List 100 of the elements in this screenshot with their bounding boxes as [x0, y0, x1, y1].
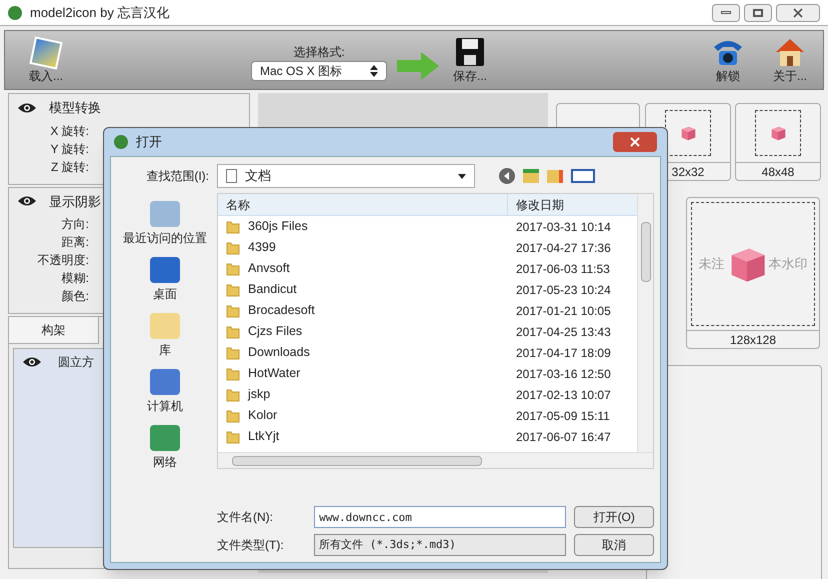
file-name: HotWater — [248, 365, 300, 382]
file-name: 360js Files — [248, 218, 308, 236]
place-icon — [150, 257, 180, 283]
cube-icon — [769, 124, 787, 142]
place-icon — [150, 425, 180, 451]
file-name: Brocadesoft — [248, 302, 315, 320]
filename-field[interactable]: www.downcc.com — [314, 506, 566, 528]
folder-icon — [226, 366, 240, 380]
dropdown-icon — [458, 174, 466, 178]
column-header[interactable]: 修改日期 — [508, 194, 637, 215]
watermark-text: 本水印 — [768, 255, 808, 274]
filetype-select[interactable]: 所有文件 (*.3ds;*.md3) — [314, 534, 566, 556]
file-row[interactable]: 360js Files 2017-03-31 10:14 — [218, 216, 637, 237]
file-name: Downloads — [248, 344, 310, 362]
horizontal-scrollbar[interactable] — [218, 452, 653, 468]
format-label: 选择格式: — [293, 44, 345, 61]
watermark-text: 未注 — [698, 255, 724, 274]
file-row[interactable]: Anvsoft 2017-06-03 11:53 — [218, 258, 637, 279]
eye-icon[interactable] — [17, 195, 37, 208]
window-title: model2icon by 忘言汉化 — [30, 4, 170, 22]
size-label: 128x128 — [687, 330, 819, 348]
file-date: 2017-06-03 11:53 — [515, 260, 611, 278]
app-icon — [8, 6, 22, 20]
folder-icon — [226, 262, 240, 276]
size-label: 48x48 — [736, 162, 820, 180]
field-label: X 旋转: — [49, 122, 89, 140]
field-label: 方向: — [60, 216, 89, 233]
file-row[interactable]: Cjzs Files 2017-04-25 13:43 — [218, 321, 637, 342]
close-icon — [630, 137, 640, 147]
folder-icon — [226, 346, 240, 360]
minimize-button[interactable] — [712, 4, 740, 22]
place-item[interactable]: 计算机 — [147, 369, 183, 415]
file-name: Anvsoft — [248, 260, 290, 278]
file-row[interactable]: Bandicut 2017-05-23 10:24 — [218, 279, 637, 300]
file-row[interactable]: jskp 2017-02-13 10:07 — [218, 384, 637, 405]
app-icon — [114, 135, 128, 149]
file-row[interactable]: LtkYjt 2017-06-07 16:47 — [218, 426, 637, 447]
file-name: Bandicut — [248, 281, 297, 298]
file-name: LtkYjt — [248, 428, 280, 446]
close-button[interactable] — [613, 132, 657, 152]
look-in-label: 查找范围(I): — [145, 168, 209, 185]
back-icon[interactable] — [499, 168, 515, 184]
file-date: 2017-05-23 10:24 — [515, 282, 612, 298]
cancel-button[interactable]: 取消 — [574, 534, 654, 556]
file-row[interactable]: Kolor 2017-05-09 15:11 — [218, 405, 637, 426]
eye-icon[interactable] — [22, 356, 42, 368]
place-item[interactable]: 最近访问的位置 — [123, 201, 207, 247]
file-row[interactable]: HotWater 2017-03-16 12:50 — [218, 363, 637, 384]
file-date: 2017-03-31 10:14 — [515, 218, 612, 236]
new-folder-icon[interactable] — [547, 170, 563, 182]
place-icon — [150, 313, 180, 339]
open-button[interactable]: 打开(O) — [574, 506, 654, 528]
folder-icon — [226, 408, 240, 422]
section-title: 模型转换 — [49, 99, 101, 117]
file-row[interactable]: Downloads 2017-04-17 18:09 — [218, 342, 637, 363]
load-button[interactable]: 载入... — [21, 39, 71, 85]
folder-icon — [226, 388, 240, 402]
vertical-scrollbar[interactable] — [637, 194, 653, 452]
field-label: 模糊: — [60, 270, 89, 287]
eye-icon[interactable] — [17, 102, 37, 114]
field-label: 距离: — [60, 234, 89, 251]
updown-icon — [370, 65, 378, 77]
dialog-title: 打开 — [136, 133, 162, 152]
maximize-button[interactable] — [744, 4, 772, 22]
tree-item[interactable]: 圆立方 — [58, 353, 94, 371]
cube-icon — [679, 124, 697, 142]
document-icon — [226, 169, 237, 183]
file-row[interactable]: Brocadesoft 2017-01-21 10:05 — [218, 300, 637, 321]
place-item[interactable]: 桌面 — [150, 257, 180, 303]
file-date: 2017-04-27 17:36 — [515, 240, 612, 256]
place-item[interactable]: 网络 — [150, 425, 180, 471]
folder-icon — [226, 324, 240, 338]
file-date: 2017-03-16 12:50 — [515, 366, 612, 382]
file-date: 2017-06-07 16:47 — [515, 428, 612, 446]
column-header[interactable]: 名称 — [218, 194, 508, 215]
about-button[interactable]: 关于... — [772, 37, 807, 85]
file-name: Kolor — [248, 407, 278, 424]
save-button[interactable]: 保存... — [453, 37, 488, 85]
look-in-select[interactable]: 文档 — [217, 164, 475, 188]
view-menu-icon[interactable] — [571, 169, 595, 183]
folder-icon — [226, 282, 240, 296]
file-date: 2017-01-21 10:05 — [515, 302, 612, 320]
close-icon — [793, 8, 803, 18]
unlock-button[interactable]: 解锁 — [710, 37, 745, 85]
file-date: 2017-05-09 15:11 — [515, 408, 611, 424]
file-date: 2017-02-13 10:07 — [515, 386, 612, 404]
field-label: Z 旋转: — [50, 158, 89, 176]
field-label: Y 旋转: — [50, 140, 89, 158]
house-icon — [774, 37, 806, 67]
file-row[interactable]: 4399 2017-04-27 17:36 — [218, 237, 637, 258]
filename-label: 文件名(N): — [217, 509, 274, 526]
close-button[interactable] — [776, 4, 820, 22]
place-item[interactable]: 库 — [150, 313, 180, 359]
field-label: 不透明度: — [36, 252, 89, 269]
file-date: 2017-04-17 18:09 — [515, 344, 612, 362]
folder-icon — [226, 430, 240, 444]
file-name: 4399 — [248, 239, 276, 256]
place-icon — [150, 369, 180, 395]
tab[interactable]: 构架 — [9, 317, 99, 344]
format-select[interactable]: Mac OS X 图标 — [251, 61, 387, 81]
